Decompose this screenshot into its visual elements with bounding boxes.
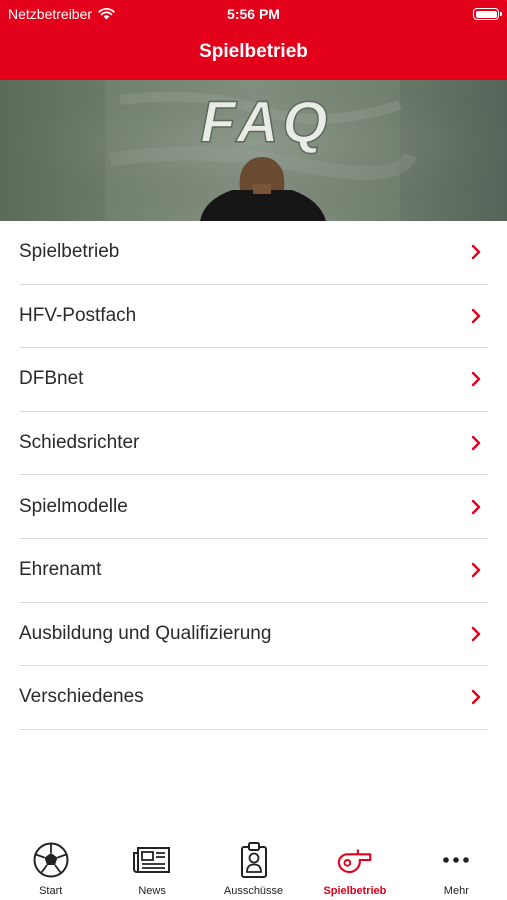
faq-board-text: FAQ	[200, 90, 331, 155]
tab-label: Start	[39, 885, 63, 897]
chevron-right-icon	[471, 690, 481, 705]
status-bar: Netzbetreiber 5:56 PM	[0, 0, 507, 30]
tab-label: Mehr	[443, 885, 469, 897]
tab-start[interactable]: Start	[0, 830, 101, 900]
faq-hero-image: FAQ	[0, 80, 507, 221]
chevron-right-icon	[471, 435, 481, 451]
list-item-spielmodelle[interactable]: Spielmodelle	[19, 475, 488, 539]
chevron-right-icon	[471, 372, 481, 387]
faq-category-list: Spielbetrieb HFV-Postfach DFBnet Schieds…	[0, 221, 507, 730]
battery-icon	[473, 8, 502, 20]
list-item-label: HFV-Postfach	[19, 304, 137, 326]
chevron-right-icon	[471, 245, 481, 260]
tab-label: Spielbetrieb	[323, 885, 387, 897]
list-item-spielbetrieb[interactable]: Spielbetrieb	[19, 221, 488, 285]
page-title: Spielbetrieb	[199, 41, 308, 62]
tab-mehr[interactable]: Mehr	[406, 830, 507, 900]
list-item-ehrenamt[interactable]: Ehrenamt	[19, 539, 488, 603]
tab-news[interactable]: News	[101, 830, 202, 900]
tab-spielbetrieb[interactable]: Spielbetrieb	[304, 830, 405, 900]
chevron-right-icon	[471, 499, 481, 514]
chevron-right-icon	[471, 563, 481, 578]
navigation-bar: Netzbetreiber 5:56 PM Spielbetrieb	[0, 0, 507, 80]
list-item-label: Spielbetrieb	[19, 241, 120, 263]
list-item-label: Spielmodelle	[19, 495, 128, 517]
chevron-right-icon	[471, 626, 481, 642]
tab-label: News	[138, 885, 166, 897]
list-item-label: DFBnet	[19, 368, 84, 390]
tab-bar: Start News Ausschüsse Spielbetrieb Mehr	[0, 830, 507, 900]
list-item-schiedsrichter[interactable]: Schiedsrichter	[19, 412, 488, 476]
whistle-icon	[335, 840, 375, 880]
list-item-label: Ehrenamt	[19, 559, 102, 581]
tab-ausschuesse[interactable]: Ausschüsse	[203, 830, 304, 900]
list-item-label: Ausbildung und Qualifizierung	[19, 622, 272, 644]
list-item-label: Verschiedenes	[19, 686, 144, 708]
list-item-verschiedenes[interactable]: Verschiedenes	[19, 666, 488, 730]
chevron-right-icon	[471, 308, 481, 324]
list-item-dfbnet[interactable]: DFBnet	[19, 348, 488, 412]
status-time: 5:56 PM	[227, 6, 280, 22]
more-dots-icon	[436, 840, 476, 880]
tab-label: Ausschüsse	[223, 885, 284, 897]
list-item-label: Schiedsrichter	[19, 432, 140, 454]
list-item-ausbildung[interactable]: Ausbildung und Qualifizierung	[19, 603, 488, 667]
id-badge-icon	[234, 840, 274, 880]
list-item-hfv-postfach[interactable]: HFV-Postfach	[19, 285, 488, 349]
soccer-ball-icon	[31, 840, 71, 880]
newspaper-icon	[132, 840, 172, 880]
